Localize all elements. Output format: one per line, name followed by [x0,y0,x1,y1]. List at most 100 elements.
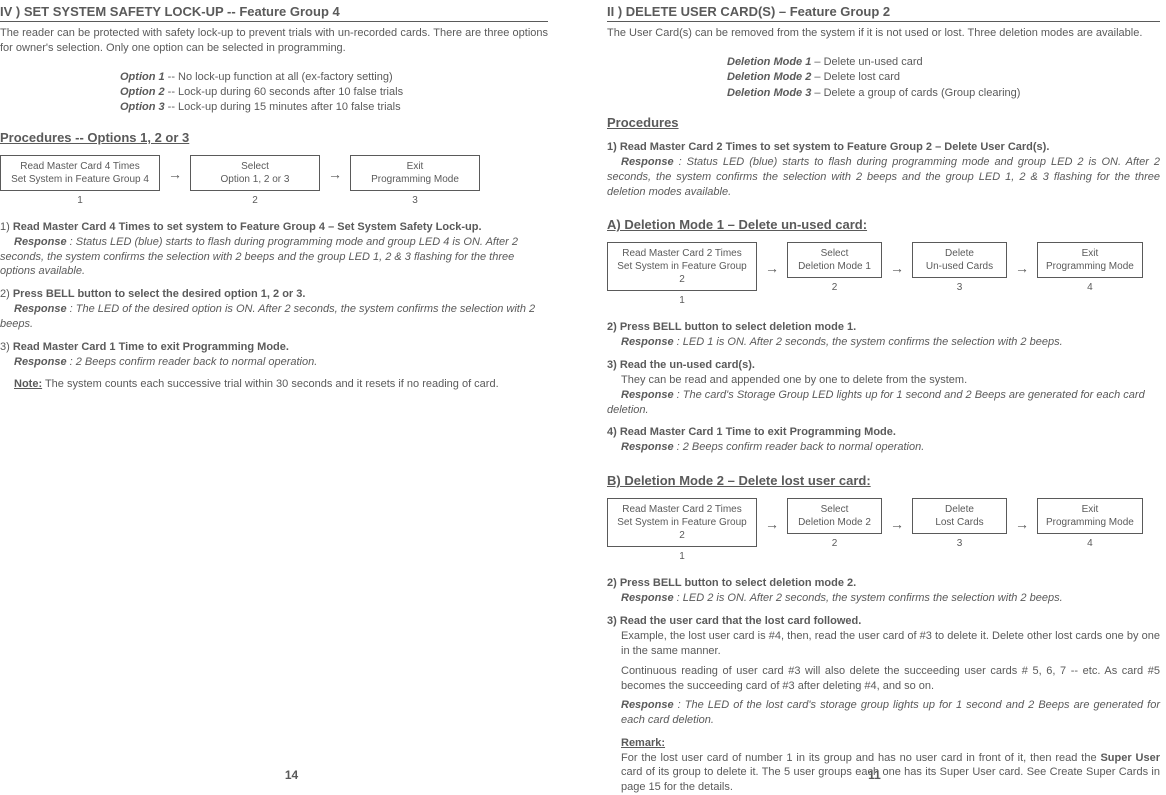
mode1-text: – Delete un-used card [811,56,922,68]
left-proc-title: Procedures -- Options 1, 2 or 3 [0,130,548,145]
step2-rt: : The LED of the desired option is ON. A… [0,303,535,330]
a2-num: 2) [607,321,620,333]
flow-box-3: Exit Programming Mode [350,155,480,191]
right-proc-1: 1) Read Master Card 2 Times to set syste… [607,140,1160,199]
a3-rt: : The card's Storage Group LED lights up… [607,389,1145,416]
mode1-label: Deletion Mode 1 [727,56,811,68]
a4-num: 4) [607,426,620,438]
a3-head: Read the un-used card(s). [620,359,755,371]
step1-r: Response [14,236,70,248]
fa-b2b: Deletion Mode 1 [796,260,873,273]
fb-b3a: Delete [921,503,998,516]
a3-num: 3) [607,359,620,371]
arrow-icon: → [765,260,779,276]
a3-r: Response [621,389,677,401]
opt1-label: Option 1 [120,71,165,83]
fb-box3: DeleteLost Cards [912,498,1007,534]
a-title: A) Deletion Mode 1 – Delete un-used card… [607,217,1160,232]
step3-head: Read Master Card 1 Time to exit Programm… [13,341,289,353]
left-step-2: 2) Press BELL button to select the desir… [0,287,548,332]
b3-head: Read the user card that the lost card fo… [620,615,861,627]
note-text: The system counts each successive trial … [42,378,499,390]
step2-r: Response [14,303,70,315]
b-title: B) Deletion Mode 2 – Delete lost user ca… [607,473,1160,488]
b3-body2: Continuous reading of user card #3 will … [621,664,1160,694]
step3-num: 3) [0,341,13,353]
opt3-text: -- Lock-up during 15 minutes after 10 fa… [165,101,401,113]
arrow-icon: → [1015,260,1029,276]
remark-t1: For the lost user card of number 1 in it… [621,752,1100,764]
fa-b4a: Exit [1046,247,1134,260]
fa-n2: 2 [787,282,882,293]
b2-num: 2) [607,577,620,589]
flow-box-1b: Set System in Feature Group 4 [9,173,151,186]
mode2-label: Deletion Mode 2 [727,71,811,83]
fb-b4b: Programming Mode [1046,516,1134,529]
page-14: IV ) SET SYSTEM SAFETY LOCK-UP -- Featur… [0,0,583,794]
a2-rt: : LED 1 is ON. After 2 seconds, the syst… [677,336,1063,348]
p1-head: Read Master Card 2 Times to set system t… [620,141,1050,153]
fb-n2: 2 [787,538,882,549]
flow-num-1: 1 [0,195,160,206]
flow-a: Read Master Card 2 TimesSet System in Fe… [607,242,1160,306]
a2-r: Response [621,336,677,348]
flow-box-3b: Programming Mode [359,173,471,186]
a3-body: They can be read and appended one by one… [621,374,967,386]
p1-r: Response [621,156,679,168]
page-11: II ) DELETE USER CARD(S) – Feature Group… [583,0,1166,794]
fb-b3b: Lost Cards [921,516,998,529]
mode2-text: – Delete lost card [811,71,900,83]
fb-b4a: Exit [1046,503,1134,516]
remark-super-user: Super User [1100,752,1160,764]
a-step-2: 2) Press BELL button to select deletion … [607,320,1160,350]
fb-b1a: Read Master Card 2 Times [616,503,748,516]
a4-rt: : 2 Beeps confirm reader back to normal … [677,441,925,453]
b2-r: Response [621,592,677,604]
a-step-3: 3) Read the un-used card(s). They can be… [607,358,1160,417]
fa-b1a: Read Master Card 2 Times [616,247,748,260]
left-title: IV ) SET SYSTEM SAFETY LOCK-UP -- Featur… [0,4,548,22]
step3-r: Response [14,356,70,368]
p1-rt: : Status LED (blue) starts to flash duri… [607,156,1160,198]
left-step-3: 3) Read Master Card 1 Time to exit Progr… [0,340,548,370]
fb-b2b: Deletion Mode 2 [796,516,873,529]
fa-box2: SelectDeletion Mode 1 [787,242,882,278]
fb-n3: 3 [912,538,1007,549]
step2-num: 2) [0,288,13,300]
opt2-text: -- Lock-up during 60 seconds after 10 fa… [165,86,403,98]
step1-head: Read Master Card 4 Times to set system t… [13,221,482,233]
arrow-icon: → [890,516,904,532]
fa-b3b: Un-used Cards [921,260,998,273]
flow-num-2: 2 [190,195,320,206]
b3-body1: Example, the lost user card is #4, then,… [621,629,1160,659]
fb-b1b: Set System in Feature Group 2 [616,516,748,542]
flow-box-2b: Option 1, 2 or 3 [199,173,311,186]
mode3-text: – Delete a group of cards (Group clearin… [811,87,1020,99]
b-step-3: 3) Read the user card that the lost card… [607,614,1160,728]
fa-b1b: Set System in Feature Group 2 [616,260,748,286]
flow-box-2a: Select [199,160,311,173]
left-note: Note: The system counts each successive … [14,377,548,392]
opt3-label: Option 3 [120,101,165,113]
a4-r: Response [621,441,677,453]
arrow-icon: → [328,166,342,182]
flow-box-1a: Read Master Card 4 Times [9,160,151,173]
right-modes: Deletion Mode 1 – Delete un-used card De… [727,55,1160,101]
fb-n1: 1 [607,551,757,562]
step1-rt: : Status LED (blue) starts to flash duri… [0,236,518,278]
fa-n1: 1 [607,295,757,306]
step3-rt: : 2 Beeps confirm reader back to normal … [70,356,318,368]
fa-b3a: Delete [921,247,998,260]
right-intro: The User Card(s) can be removed from the… [607,26,1160,41]
page-number-right: 11 [583,768,1166,782]
fb-box2: SelectDeletion Mode 2 [787,498,882,534]
a2-head: Press BELL button to select deletion mod… [620,321,856,333]
left-flow: Read Master Card 4 Times Set System in F… [0,155,548,206]
a-step-4: 4) Read Master Card 1 Time to exit Progr… [607,425,1160,455]
flow-box-3a: Exit [359,160,471,173]
flow-b: Read Master Card 2 TimesSet System in Fe… [607,498,1160,562]
left-options: Option 1 -- No lock-up function at all (… [120,70,548,116]
b-step-2: 2) Press BELL button to select deletion … [607,576,1160,606]
b3-rt: : The LED of the lost card's storage gro… [621,699,1160,726]
b3-r: Response [621,699,678,711]
